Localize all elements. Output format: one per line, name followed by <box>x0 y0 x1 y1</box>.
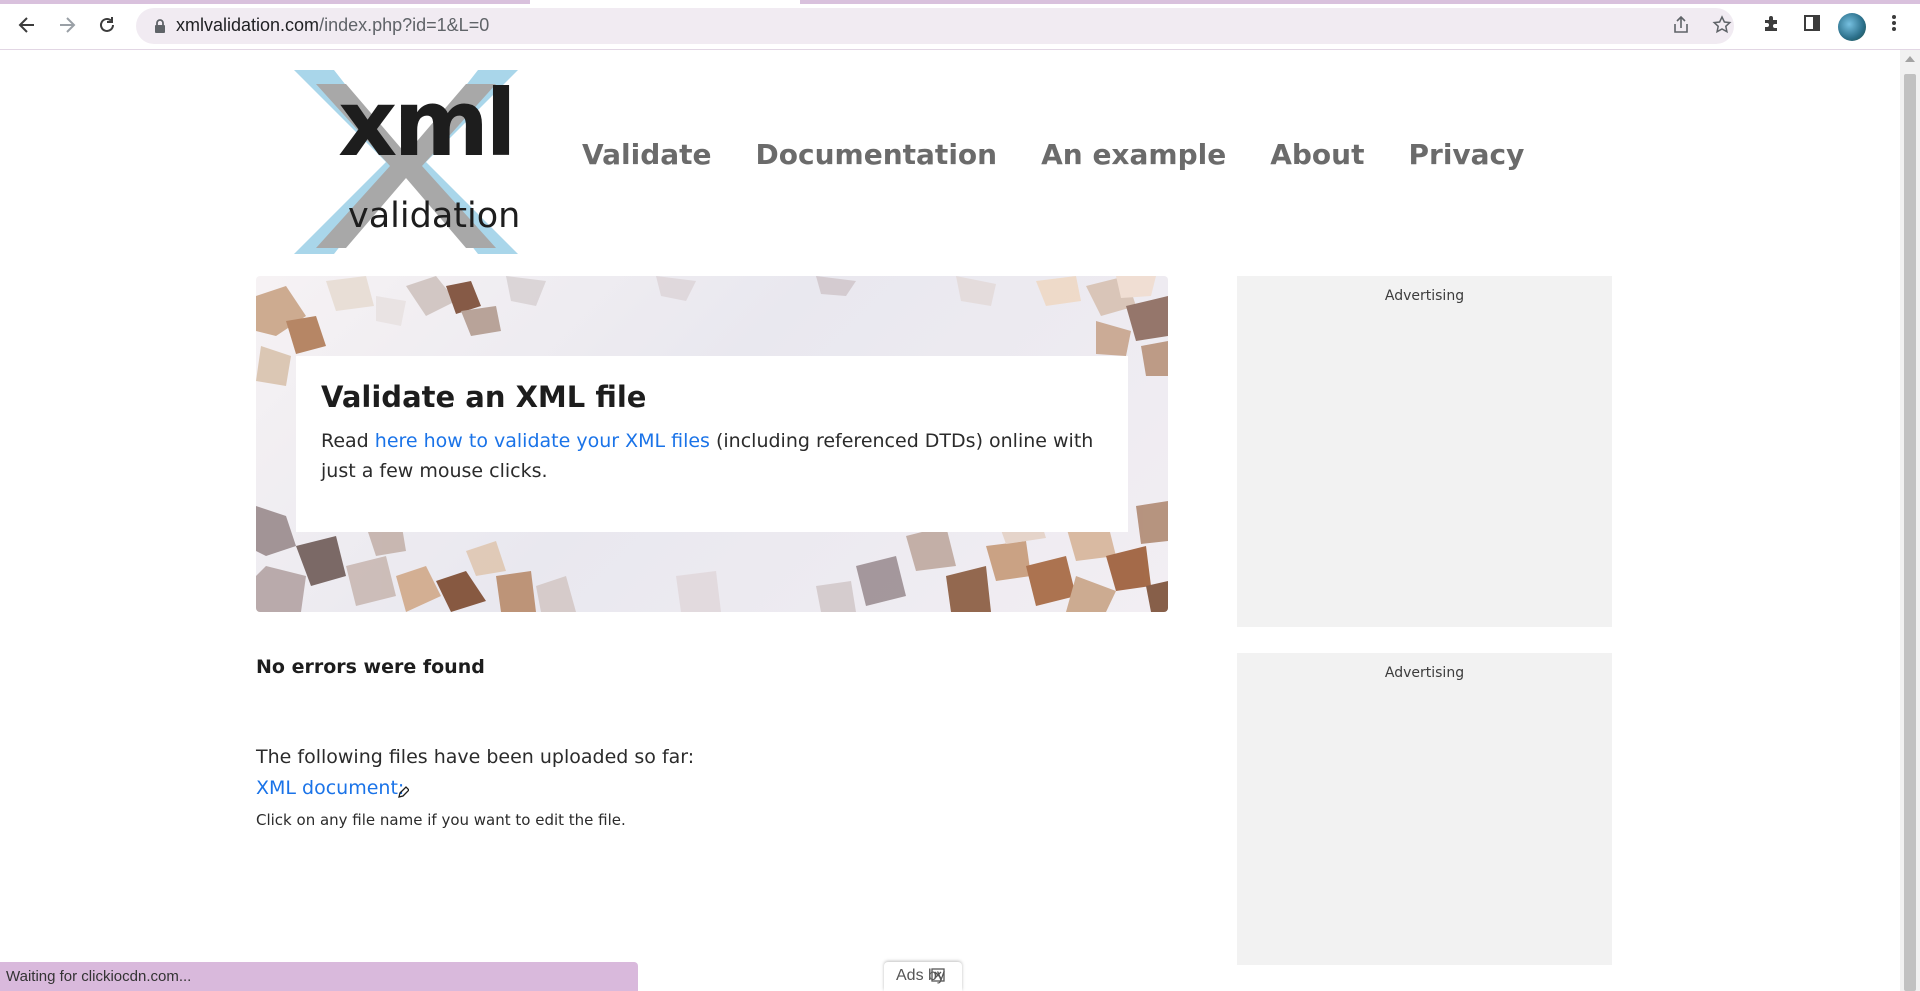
site-logo[interactable]: xml validation <box>280 62 532 262</box>
advertising-slot-1[interactable]: Advertising <box>1237 276 1612 627</box>
url-host: xmlvalidation.com <box>176 15 320 35</box>
scrollbar-thumb[interactable] <box>1904 74 1916 991</box>
hero-text-before: Read <box>321 430 375 452</box>
advertising-slot-2[interactable]: Advertising <box>1237 653 1612 965</box>
tab-gap <box>530 0 800 4</box>
uploaded-files-heading: The following files have been uploaded s… <box>256 746 695 768</box>
edit-file-hint: Click on any file name if you want to ed… <box>256 811 626 829</box>
nav-about[interactable]: About <box>1270 138 1364 171</box>
validation-result-message: No errors were found <box>256 656 485 678</box>
scroll-up-icon[interactable] <box>1905 56 1915 62</box>
forward-arrow-icon[interactable] <box>51 10 83 40</box>
reload-icon[interactable] <box>91 10 123 40</box>
hero-banner: Validate an XML file Read here how to va… <box>256 276 1168 612</box>
hero-description: Read here how to validate your XML files… <box>321 426 1111 486</box>
edit-pencil-icon[interactable] <box>397 785 409 799</box>
advertising-label-1: Advertising <box>1384 288 1465 304</box>
ad-close-icon[interactable] <box>931 966 947 986</box>
nav-documentation[interactable]: Documentation <box>756 138 998 171</box>
url-text[interactable]: xmlvalidation.com/index.php?id=1&L=0 <box>176 15 489 36</box>
back-arrow-icon[interactable] <box>11 10 43 40</box>
address-bar[interactable]: xmlvalidation.com/index.php?id=1&L=0 <box>136 8 1734 44</box>
vertical-scrollbar[interactable] <box>1900 50 1920 991</box>
web-page: xml validation Validate Documentation An… <box>0 50 1900 991</box>
kebab-menu-icon[interactable] <box>1880 12 1908 40</box>
lock-icon[interactable] <box>152 18 168 34</box>
browser-toolbar: xmlvalidation.com/index.php?id=1&L=0 <box>0 0 1920 50</box>
advertising-label-2: Advertising <box>1384 665 1465 681</box>
share-icon[interactable] <box>1669 15 1693 39</box>
side-panel-icon[interactable] <box>1798 12 1826 40</box>
star-icon[interactable] <box>1710 15 1734 39</box>
browser-status-bar: Waiting for clickiocdn.com... <box>0 962 638 991</box>
xml-document-file-link[interactable]: XML document: <box>256 777 404 799</box>
profile-avatar[interactable] <box>1838 13 1866 41</box>
how-to-validate-link[interactable]: here how to validate your XML files <box>375 430 710 452</box>
logo-xml-text: xml <box>338 70 517 177</box>
logo-validation-text: validation <box>348 196 521 236</box>
status-text: Waiting for clickiocdn.com... <box>6 968 192 985</box>
nav-validate[interactable]: Validate <box>582 138 712 171</box>
hero-title: Validate an XML file <box>321 380 647 414</box>
tab-strip-edge <box>0 0 1920 4</box>
main-navigation: Validate Documentation An example About … <box>582 138 1524 171</box>
puzzle-icon[interactable] <box>1758 12 1786 40</box>
nav-an-example[interactable]: An example <box>1041 138 1226 171</box>
url-path: /index.php?id=1&L=0 <box>319 15 490 35</box>
ads-by-badge[interactable]: Ads by <box>884 962 962 991</box>
hero-card: Validate an XML file Read here how to va… <box>296 356 1128 532</box>
nav-privacy[interactable]: Privacy <box>1408 138 1524 171</box>
